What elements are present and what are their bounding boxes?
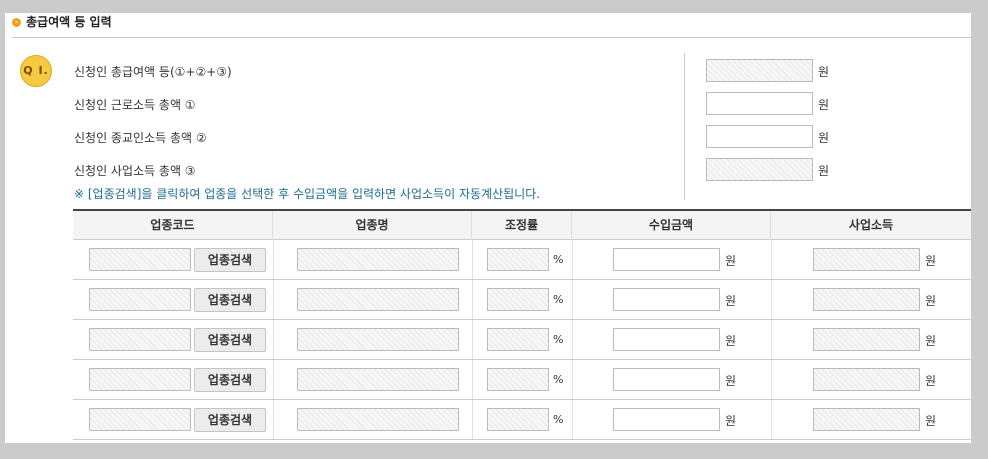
percent-unit: %	[553, 373, 564, 386]
won-unit: 원	[818, 164, 830, 178]
revenue-input[interactable]	[613, 248, 720, 271]
divider	[12, 37, 971, 38]
header-code: 업종코드	[73, 211, 273, 240]
cell-divider	[572, 240, 573, 279]
arrow-circle-icon: ›	[12, 18, 21, 27]
business-income-field	[706, 158, 813, 181]
business-search-button[interactable]: 업종검색	[194, 368, 266, 392]
revenue-input[interactable]	[613, 328, 720, 351]
cell-divider	[472, 320, 473, 359]
won-unit: 원	[725, 414, 737, 428]
business-name-field	[297, 408, 459, 431]
cell-divider	[572, 280, 573, 319]
header-business-income: 사업소득	[848, 218, 894, 232]
revenue-input[interactable]	[613, 408, 720, 431]
earned-income-label: 신청인 근로소득 총액 ①	[74, 98, 196, 112]
total-income-label: 신청인 총급여액 등(①+②+③)	[74, 65, 232, 79]
business-income-label: 신청인 사업소득 총액 ③	[74, 164, 196, 178]
adjustment-rate-field	[487, 328, 549, 351]
business-search-button[interactable]: 업종검색	[194, 288, 266, 312]
business-search-button[interactable]: 업종검색	[194, 328, 266, 352]
adjustment-rate-field	[487, 408, 549, 431]
cell-divider	[771, 320, 772, 359]
cell-divider	[572, 400, 573, 439]
won-unit: 원	[725, 254, 737, 268]
header-income: 수입금액	[572, 211, 771, 240]
business-income-result-field	[813, 248, 920, 271]
business-code-field	[89, 368, 191, 391]
cell-divider	[472, 400, 473, 439]
table-row: 업종검색% 원 원	[73, 280, 971, 320]
header-name: 업종명	[273, 211, 472, 240]
cell-divider	[273, 280, 274, 319]
won-unit: 원	[925, 414, 937, 428]
help-note: ※ [업종검색]을 클릭하여 업종을 선택한 후 수입금액을 입력하면 사업소득…	[74, 187, 541, 201]
table-row: 업종검색% 원 원	[73, 360, 971, 400]
cell-divider	[572, 360, 573, 399]
won-unit: 원	[925, 254, 937, 268]
question-badge: Q I.	[20, 55, 52, 87]
header-rate: 조정률	[472, 211, 572, 240]
won-unit: 원	[725, 334, 737, 348]
business-code-field	[89, 408, 191, 431]
cell-divider	[273, 360, 274, 399]
percent-unit: %	[553, 413, 564, 426]
earned-income-input[interactable]	[706, 92, 813, 115]
business-search-button[interactable]: 업종검색	[194, 408, 266, 432]
won-unit: 원	[925, 334, 937, 348]
won-unit: 원	[925, 374, 937, 388]
won-unit: 원	[818, 98, 830, 112]
won-unit: 원	[925, 294, 937, 308]
cell-divider	[771, 400, 772, 439]
won-unit: 원	[818, 131, 830, 145]
cell-divider	[273, 400, 274, 439]
section-title: 총급여액 등 입력	[26, 15, 112, 29]
percent-unit: %	[553, 253, 564, 266]
business-name-field	[297, 288, 459, 311]
business-income-result-field	[813, 368, 920, 391]
adjustment-rate-field	[487, 248, 549, 271]
table-row: 업종검색% 원 원	[73, 240, 971, 280]
religious-income-label: 신청인 종교인소득 총액 ②	[74, 131, 207, 145]
table-row: 업종검색% 원 원	[73, 400, 971, 440]
business-name-field	[297, 328, 459, 351]
business-income-result-field	[813, 288, 920, 311]
business-income-result-field	[813, 408, 920, 431]
won-unit: 원	[818, 65, 830, 79]
cell-divider	[771, 360, 772, 399]
revenue-input[interactable]	[613, 368, 720, 391]
revenue-input[interactable]	[613, 288, 720, 311]
income-entry-panel: › 총급여액 등 입력 Q I. 신청인 총급여액 등(①+②+③) 신청인 근로…	[5, 13, 971, 443]
percent-unit: %	[553, 293, 564, 306]
adjustment-rate-field	[487, 288, 549, 311]
business-code-field	[89, 328, 191, 351]
section-header: › 총급여액 등 입력	[12, 13, 112, 36]
business-search-button[interactable]: 업종검색	[194, 248, 266, 272]
cell-divider	[771, 280, 772, 319]
business-name-field	[297, 248, 459, 271]
table-header: 업종코드 업종명 조정률 수입금액 사업소득	[73, 209, 971, 240]
won-unit: 원	[725, 294, 737, 308]
total-income-field	[706, 59, 813, 82]
table-row: 업종검색% 원 원	[73, 320, 971, 360]
business-income-result-field	[813, 328, 920, 351]
cell-divider	[273, 240, 274, 279]
cell-divider	[472, 280, 473, 319]
business-code-field	[89, 288, 191, 311]
cell-divider	[472, 360, 473, 399]
religious-income-input[interactable]	[706, 125, 813, 148]
cell-divider	[472, 240, 473, 279]
business-code-field	[89, 248, 191, 271]
adjustment-rate-field	[487, 368, 549, 391]
won-unit: 원	[725, 374, 737, 388]
percent-unit: %	[553, 333, 564, 346]
cell-divider	[572, 320, 573, 359]
cell-divider	[273, 320, 274, 359]
business-name-field	[297, 368, 459, 391]
column-divider	[684, 53, 685, 200]
cell-divider	[771, 240, 772, 279]
